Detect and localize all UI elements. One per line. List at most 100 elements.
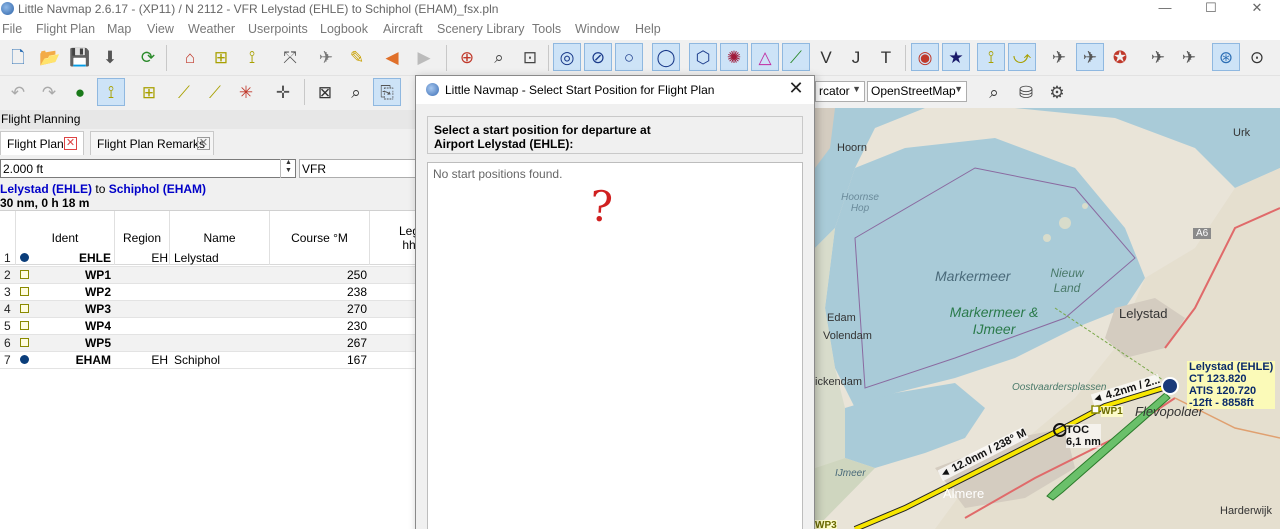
- zoom-in-icon[interactable]: ⊕: [453, 43, 481, 71]
- center-icon[interactable]: ⊙: [1243, 43, 1271, 71]
- airports-icon[interactable]: ◎: [553, 43, 581, 71]
- menu-flight-plan[interactable]: Flight Plan: [36, 22, 95, 36]
- table-row[interactable]: 6 WP5 267: [0, 335, 416, 352]
- dialog-close-button[interactable]: ✕: [784, 78, 808, 100]
- close-tab-icon[interactable]: ✕: [197, 137, 210, 150]
- start-position-list[interactable]: No start positions found. ?: [427, 162, 803, 529]
- back-icon[interactable]: ◀: [378, 43, 406, 71]
- redo-icon[interactable]: ↷: [35, 78, 63, 106]
- aircraft-icon[interactable]: ✈: [1045, 43, 1073, 71]
- menu-view[interactable]: View: [147, 22, 174, 36]
- flightplan-display-icon[interactable]: ⟟: [977, 43, 1005, 71]
- route-icon[interactable]: ⟟: [238, 43, 266, 71]
- route-airway-icon[interactable]: ⟋: [201, 78, 229, 106]
- ils-icon[interactable]: ✺: [720, 43, 748, 71]
- calc-route-icon[interactable]: ●: [66, 78, 94, 106]
- add-departure-icon[interactable]: ⊞: [135, 78, 163, 106]
- menu-map[interactable]: Map: [107, 22, 131, 36]
- destination-link[interactable]: Schiphol (EHAM): [109, 182, 206, 196]
- menu-weather[interactable]: Weather: [188, 22, 235, 36]
- altitude-stepper[interactable]: ▲ ▼: [280, 159, 296, 178]
- map-detail-icon[interactable]: ⎘: [373, 78, 401, 106]
- globe-grid-icon[interactable]: ⊛: [1212, 43, 1240, 71]
- open-flight-plan-icon[interactable]: 📂: [36, 43, 64, 71]
- ndb-icon[interactable]: ○: [615, 43, 643, 71]
- menu-scenery-library[interactable]: Scenery Library: [437, 22, 525, 36]
- table-row[interactable]: 4 WP3 270: [0, 301, 416, 318]
- tab-flight-plan-remarks[interactable]: Flight Plan Remarks ✕: [90, 131, 214, 155]
- projection-select[interactable]: rcator ▼: [815, 81, 865, 102]
- map-theme-select[interactable]: OpenStreetMap ▼: [867, 81, 967, 102]
- departure-link[interactable]: Lelystad (EHLE): [0, 182, 92, 196]
- projection-value: rcator: [819, 84, 850, 98]
- zoom-icon[interactable]: ⌕: [485, 43, 513, 71]
- route-vor-icon[interactable]: ⟋: [170, 78, 198, 106]
- ai-ship-icon[interactable]: ✈: [1175, 43, 1203, 71]
- toc-label: TOC 6,1 nm: [1066, 424, 1101, 448]
- tracks-icon[interactable]: T: [872, 43, 900, 71]
- save-as-icon[interactable]: ⬇: [96, 43, 124, 71]
- cruise-altitude-field[interactable]: 2.000 ft: [0, 159, 296, 178]
- highlight-icon[interactable]: ✎: [343, 43, 371, 71]
- jet-airways-icon[interactable]: J: [842, 43, 870, 71]
- table-row[interactable]: 7 EHAM EH Schiphol 167: [0, 352, 416, 369]
- airspace-icon[interactable]: △: [751, 43, 779, 71]
- zoom-selection-icon[interactable]: ⌕: [342, 78, 370, 106]
- add-waypoint-icon[interactable]: ⊞: [207, 43, 235, 71]
- save-flight-plan-icon[interactable]: 💾: [66, 43, 94, 71]
- new-flight-plan-icon[interactable]: 🗋: [4, 43, 32, 71]
- table-row[interactable]: 2 WP1 250: [0, 267, 416, 284]
- runway-icon[interactable]: ⟋: [782, 43, 810, 71]
- database-icon[interactable]: ⛁: [1012, 78, 1040, 106]
- table-row[interactable]: 3 WP2 238: [0, 284, 416, 301]
- row-number: 4: [4, 302, 11, 316]
- satellite-icon[interactable]: ✈: [312, 43, 340, 71]
- favorites-icon[interactable]: ★: [942, 43, 970, 71]
- flight-plan-tabs: Flight Plan ✕ Flight Plan Remarks ✕: [0, 129, 416, 155]
- table-row[interactable]: 5 WP4 230: [0, 318, 416, 335]
- user-position-icon[interactable]: ◉: [911, 43, 939, 71]
- undo-icon[interactable]: ↶: [4, 78, 32, 106]
- table-row[interactable]: 1 EHLE EH Lelystad: [0, 250, 416, 267]
- ai-aircraft-icon[interactable]: ✈: [1144, 43, 1172, 71]
- forward-icon[interactable]: ▶: [410, 43, 438, 71]
- vor-ndb-icon[interactable]: ⬡: [689, 43, 717, 71]
- victor-airways-icon[interactable]: V: [812, 43, 840, 71]
- map-view[interactable]: Urk Hoorn Hoornse Hop A6 Markermeer Nieu…: [815, 108, 1280, 529]
- reverse-icon[interactable]: ✛: [269, 78, 297, 106]
- tab-flight-plan[interactable]: Flight Plan ✕: [0, 131, 84, 155]
- close-window-button[interactable]: ✕: [1234, 0, 1280, 19]
- home-icon[interactable]: ⌂: [176, 43, 204, 71]
- fit-map-icon[interactable]: ⊠: [311, 78, 339, 106]
- reload-icon[interactable]: ⟳: [134, 43, 162, 71]
- map-label-markermeer: Markermeer: [935, 268, 1011, 284]
- compass-icon[interactable]: ✪: [1106, 43, 1134, 71]
- row-region: EH: [151, 353, 168, 367]
- close-tab-icon[interactable]: ✕: [64, 137, 77, 150]
- flight-rules-select[interactable]: VFR: [299, 159, 416, 178]
- menu-aircraft[interactable]: Aircraft: [383, 22, 423, 36]
- missed-approach-icon[interactable]: ⤻: [1008, 43, 1036, 71]
- menu-logbook[interactable]: Logbook: [320, 22, 368, 36]
- zoom-fit-icon[interactable]: ⊡: [516, 43, 544, 71]
- menu-userpoints[interactable]: Userpoints: [248, 22, 308, 36]
- row-course: 250: [346, 268, 367, 282]
- select-departure-icon[interactable]: ⟟: [97, 78, 125, 106]
- menu-file[interactable]: File: [2, 22, 22, 36]
- flight-plan-table: Ident Region Name Course °M Leg hh: 1 EH…: [0, 210, 416, 529]
- aircraft-trail-icon[interactable]: ✈: [1076, 43, 1104, 71]
- waypoint-icon[interactable]: ◯: [652, 43, 680, 71]
- search-map-icon[interactable]: ⌕: [980, 78, 1008, 106]
- settings-gear-icon[interactable]: ⚙: [1043, 78, 1071, 106]
- menu-help[interactable]: Help: [635, 22, 661, 36]
- measure-icon[interactable]: ⤧: [276, 43, 304, 71]
- row-number: 1: [4, 251, 11, 265]
- maximize-button[interactable]: ☐: [1188, 0, 1234, 19]
- route-radio-icon[interactable]: ✳: [232, 78, 260, 106]
- menu-window[interactable]: Window: [575, 22, 619, 36]
- vor-icon[interactable]: ⊘: [584, 43, 612, 71]
- minimize-button[interactable]: —: [1142, 0, 1188, 19]
- dialog-header: Select a start position for departure at…: [427, 116, 803, 154]
- menu-tools[interactable]: Tools: [532, 22, 561, 36]
- road-shield-a6: A6: [1193, 228, 1212, 239]
